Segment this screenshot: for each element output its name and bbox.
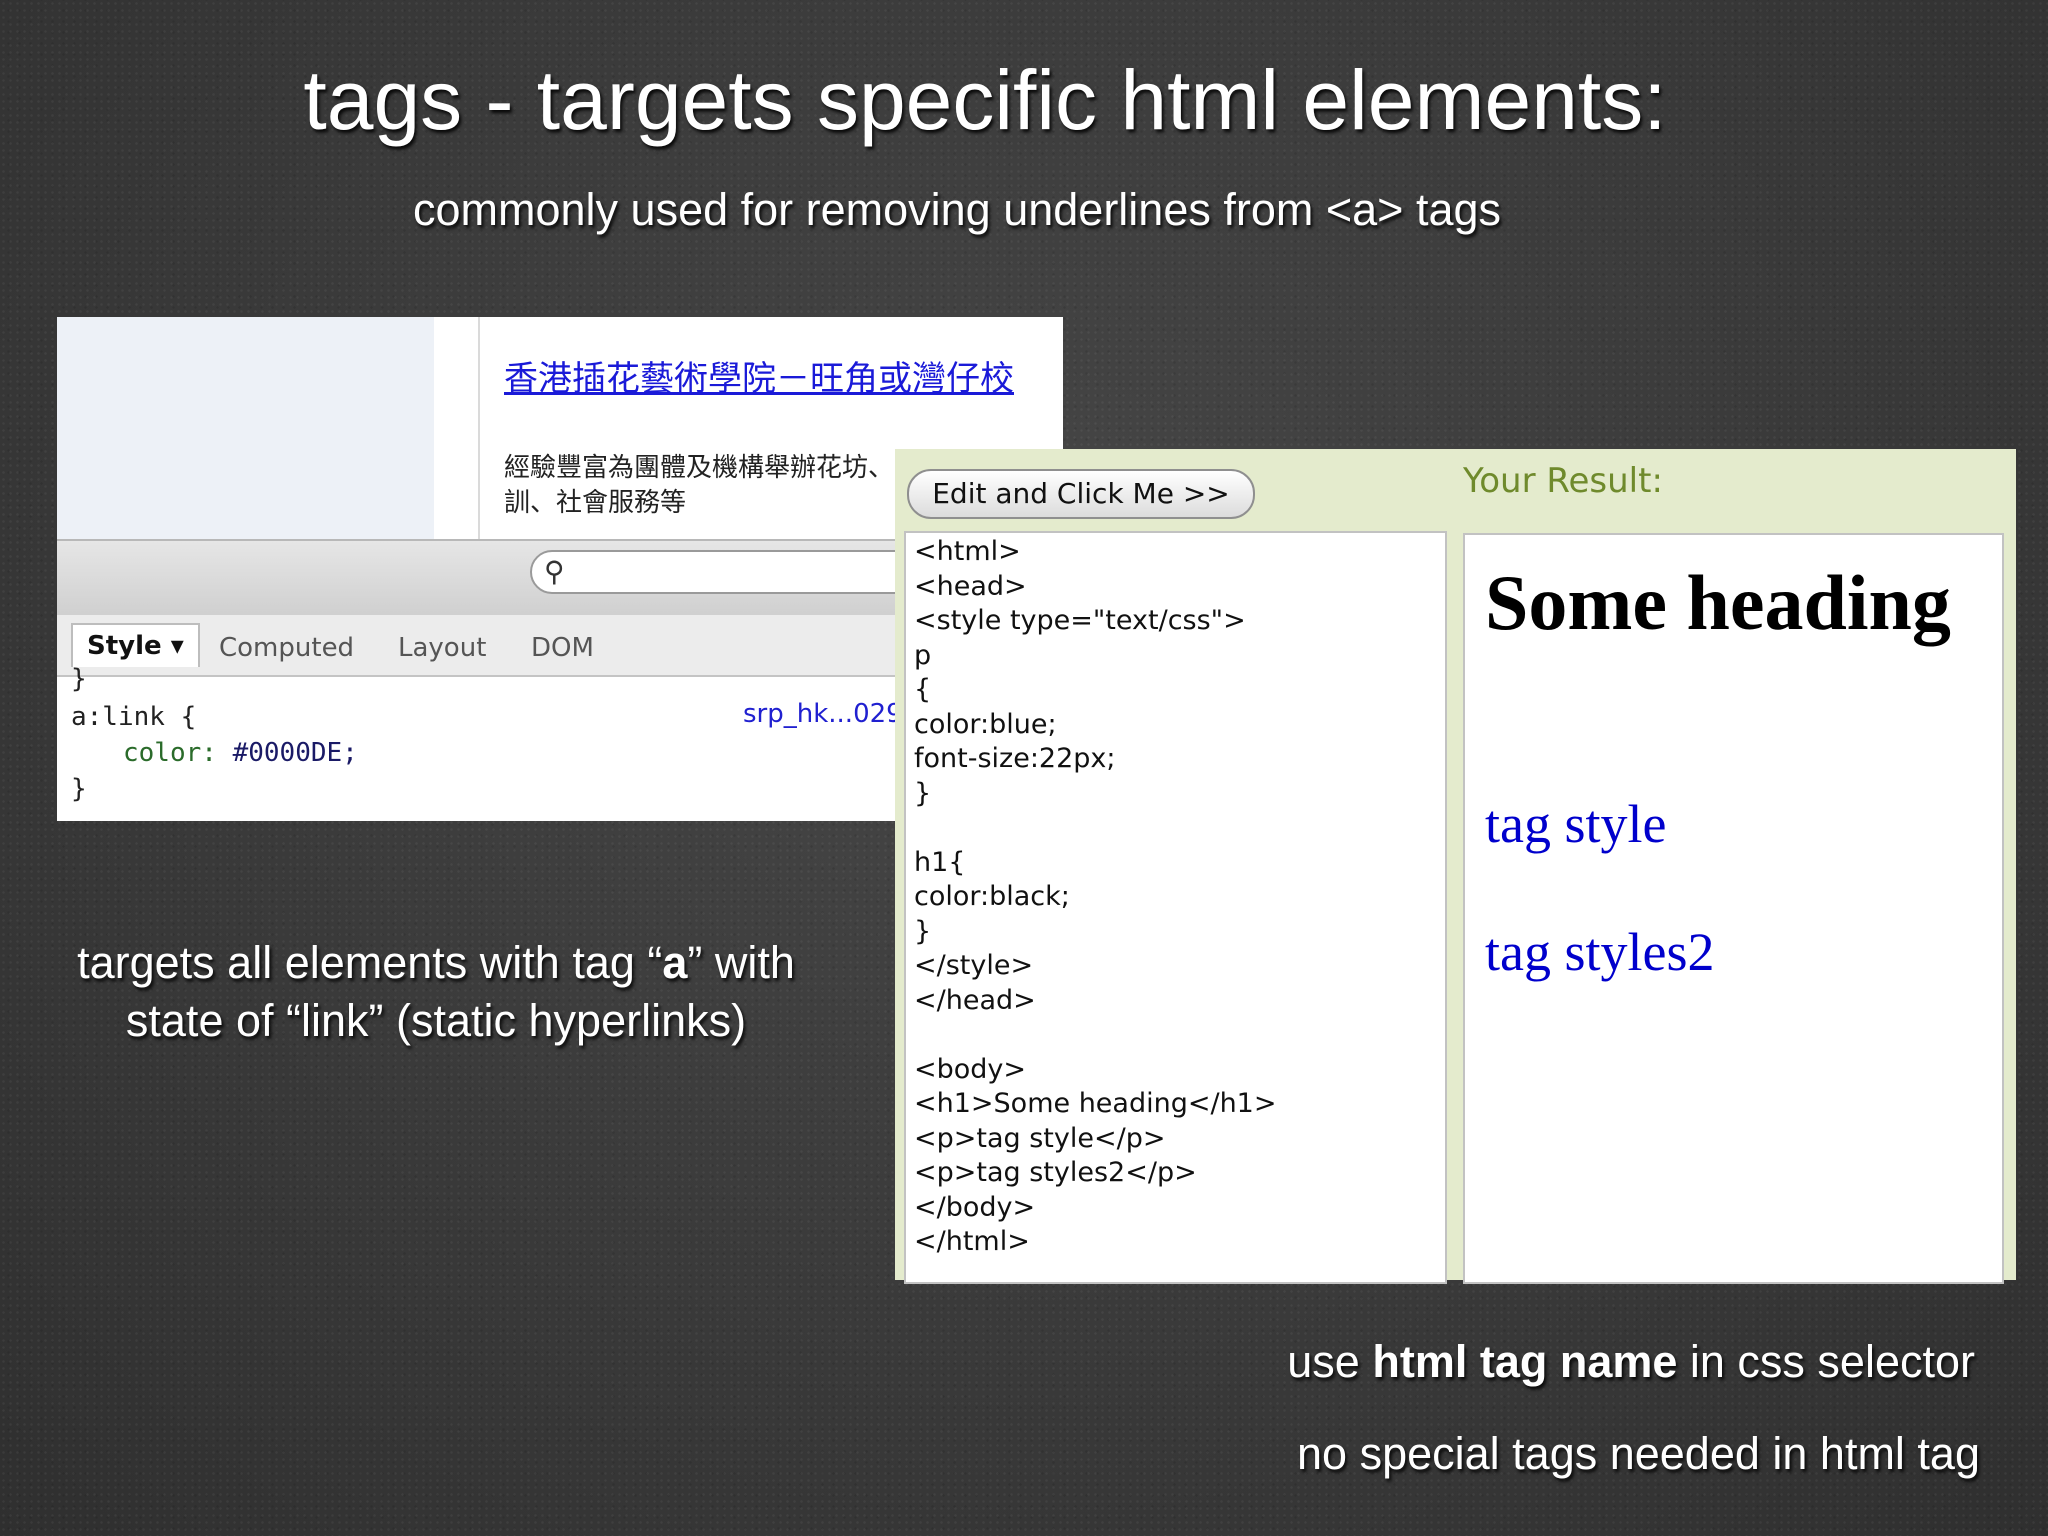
css-property-name: color: <box>123 738 217 768</box>
search-results-left-pane <box>57 317 434 539</box>
css-rule-selector: a:link { <box>71 702 197 732</box>
result-heading-label: Your Result: <box>1463 461 1663 501</box>
result-panel: Some heading tag style tag styles2 <box>1463 533 2004 1284</box>
tab-computed[interactable]: Computed <box>219 633 354 663</box>
tab-style[interactable]: Style ▾ <box>71 623 200 667</box>
result-paragraph: tag style <box>1485 794 1667 854</box>
tab-dom[interactable]: DOM <box>531 633 594 663</box>
note-bottom-1-text-end: in css selector <box>1677 1336 1975 1387</box>
note-bottom-1-text: use <box>1287 1336 1373 1387</box>
result-paragraph: tag styles2 <box>1485 922 1715 982</box>
search-result-link[interactable]: 香港插花藝術學院－旺角或灣仔校 <box>504 357 1024 402</box>
slide-subtitle: commonly used for removing underlines fr… <box>412 184 1502 235</box>
note-bottom-selector: use html tag name in css selector <box>1287 1334 1975 1390</box>
css-property-value[interactable]: #0000DE; <box>233 738 358 768</box>
note-left: targets all elements with tag “a” with s… <box>36 934 836 1050</box>
tab-style-label: Style <box>87 631 162 661</box>
tab-layout[interactable]: Layout <box>398 633 486 663</box>
note-bottom-1-bold: html tag name <box>1372 1336 1678 1387</box>
edit-and-click-button[interactable]: Edit and Click Me >> <box>907 469 1255 519</box>
magnifier-icon: ⚲ <box>544 555 565 588</box>
chevron-down-icon: ▾ <box>170 631 184 661</box>
css-source-link[interactable]: srp_hk...029 <box>743 699 903 729</box>
css-declaration: color: #0000DE; <box>123 735 358 771</box>
note-left-bold: a <box>662 937 688 988</box>
css-rule-close-brace: } <box>71 774 87 804</box>
slide-title: tags - targets specific html elements: <box>303 53 1667 147</box>
note-left-text: targets all elements with tag “ <box>77 937 663 988</box>
css-previous-rule-brace: } <box>71 664 87 694</box>
editor-screenshot: Edit and Click Me >> Your Result: <html>… <box>895 449 2016 1284</box>
note-bottom-no-special-tags: no special tags needed in html tag <box>1297 1428 1980 1479</box>
pane-divider <box>478 317 480 539</box>
result-h1: Some heading <box>1485 559 1951 646</box>
code-editor[interactable]: <html> <head> <style type="text/css"> p … <box>904 531 1447 1284</box>
code-text[interactable]: <html> <head> <style type="text/css"> p … <box>914 535 1276 1260</box>
